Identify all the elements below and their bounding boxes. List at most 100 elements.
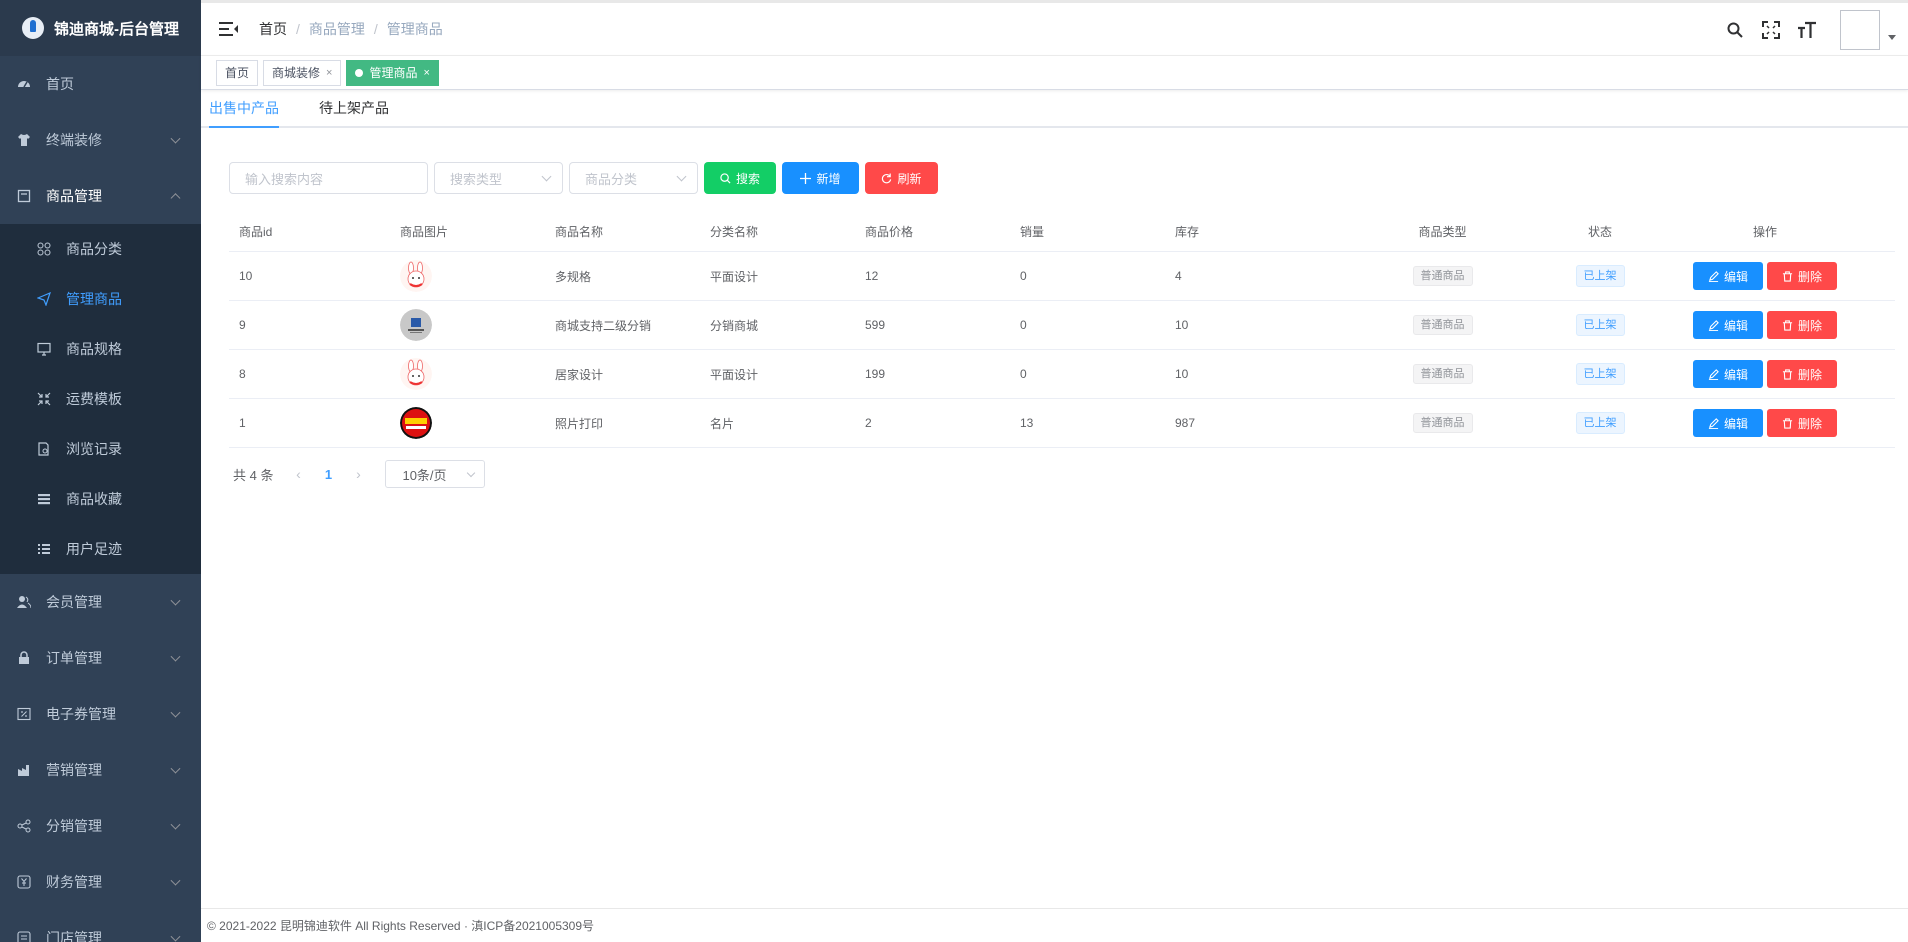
product-image[interactable] xyxy=(400,358,432,390)
product-image[interactable] xyxy=(400,407,432,439)
cell-status: 已上架 xyxy=(1565,412,1635,434)
tab-on-sale[interactable]: 出售中产品 xyxy=(209,90,279,128)
sidebar-item-label: 管理商品 xyxy=(66,291,122,307)
column-header: 商品id xyxy=(239,225,273,239)
sidebar-item-manage-goods[interactable]: 管理商品 xyxy=(0,274,201,324)
sidebar-item-distribution[interactable]: 分销管理 xyxy=(0,798,201,854)
brand-title: 锦迪商城-后台管理 xyxy=(54,20,179,38)
sidebar-item-label: 商品收藏 xyxy=(66,491,122,507)
search-input[interactable]: 输入搜索内容 xyxy=(229,162,428,194)
refresh-icon xyxy=(882,172,892,183)
delete-button[interactable]: 删除 xyxy=(1767,311,1838,339)
close-icon[interactable]: × xyxy=(326,61,332,85)
category-select[interactable]: 商品分类 xyxy=(569,162,698,194)
column-header: 商品图片 xyxy=(400,225,449,239)
sidebar-item-goods-category[interactable]: 商品分类 xyxy=(0,224,201,274)
sidebar-item-stores[interactable]: 门店管理 xyxy=(0,910,201,942)
sidebar-item-goods[interactable]: 商品管理 xyxy=(0,168,201,224)
tag-label: 首页 xyxy=(225,65,250,80)
avatar[interactable] xyxy=(1840,9,1880,50)
close-icon[interactable]: × xyxy=(423,61,429,85)
table-row: 10 多规格 平面设计 12 0 4 普通商品 已上架 编辑 删除 xyxy=(229,252,1895,301)
chevron-right-icon[interactable]: › xyxy=(343,466,373,482)
tag-manage-goods[interactable]: 管理商品 × xyxy=(346,59,439,86)
product-image[interactable] xyxy=(400,260,432,292)
status-badge: 已上架 xyxy=(1575,412,1625,434)
trash-icon xyxy=(1782,417,1793,429)
breadcrumb-home[interactable]: 首页 xyxy=(259,19,287,39)
sidebar-item-coupons[interactable]: 电子券管理 xyxy=(0,686,201,742)
sidebar-item-home[interactable]: 首页 xyxy=(0,56,201,112)
goods-table: 商品id 商品图片 商品名称 分类名称 商品价格 销量 库存 商品类型 状态 操… xyxy=(229,212,1895,448)
tag-home[interactable]: 首页 xyxy=(216,59,259,86)
sidebar-item-orders[interactable]: 订单管理 xyxy=(0,630,201,686)
chevron-left-icon[interactable]: ‹ xyxy=(283,466,313,482)
cell-sales: 0 xyxy=(1020,269,1027,283)
money-icon xyxy=(16,874,32,890)
trash-icon xyxy=(1782,368,1793,380)
search-type-select[interactable]: 搜索类型 xyxy=(434,162,563,194)
page-number[interactable]: 1 xyxy=(313,467,343,482)
edit-button[interactable]: 编辑 xyxy=(1692,409,1763,437)
sidebar-item-marketing[interactable]: 营销管理 xyxy=(0,742,201,798)
delete-button-label: 删除 xyxy=(1798,367,1823,382)
search-icon[interactable] xyxy=(1724,19,1746,41)
sidebar-item-goods-spec[interactable]: 商品规格 xyxy=(0,324,201,374)
list-icon xyxy=(36,541,52,557)
breadcrumb: 首页 / 商品管理 / 管理商品 xyxy=(259,19,443,39)
chevron-down-icon xyxy=(676,171,687,182)
delete-button[interactable]: 删除 xyxy=(1767,262,1838,290)
sidebar-item-members[interactable]: 会员管理 xyxy=(0,574,201,630)
caret-down-icon[interactable] xyxy=(1888,35,1896,40)
edit-button[interactable]: 编辑 xyxy=(1692,360,1763,388)
grid-icon xyxy=(36,241,52,257)
cell-sales: 0 xyxy=(1020,367,1027,381)
footer-copyright: © 2021-2022 昆明锦迪软件 All Rights Reserved ·… xyxy=(207,919,595,933)
add-button[interactable]: 新增 xyxy=(782,162,859,194)
page-size-select[interactable]: 10条/页 xyxy=(385,460,486,488)
chevron-down-icon xyxy=(170,819,181,830)
type-tag: 普通商品 xyxy=(1412,364,1473,384)
edit-button-label: 编辑 xyxy=(1723,269,1748,284)
cell-type: 普通商品 xyxy=(1320,413,1565,433)
cell-stock: 4 xyxy=(1175,269,1182,283)
product-image[interactable] xyxy=(400,309,432,341)
breadcrumb-goods[interactable]: 商品管理 xyxy=(309,19,365,39)
edit-button[interactable]: 编辑 xyxy=(1692,262,1763,290)
sidebar-item-browse-history[interactable]: 浏览记录 xyxy=(0,424,201,474)
brand-logo[interactable]: 锦迪商城-后台管理 xyxy=(0,0,201,56)
edit-icon xyxy=(1708,270,1719,282)
menu-toggle-icon[interactable] xyxy=(219,22,238,36)
tag-label: 商城装修 xyxy=(272,65,321,80)
cell-price: 599 xyxy=(865,318,886,332)
pagination-total: 共 4 条 xyxy=(233,467,274,483)
column-header: 商品类型 xyxy=(1418,225,1467,239)
sidebar-item-user-footprint[interactable]: 用户足迹 xyxy=(0,524,201,574)
fullscreen-icon[interactable] xyxy=(1760,19,1782,41)
delete-button[interactable]: 删除 xyxy=(1767,360,1838,388)
sidebar-item-label: 会员管理 xyxy=(46,594,102,610)
tag-mall-decoration[interactable]: 商城装修 × xyxy=(263,59,342,86)
sidebar-item-goods-favorites[interactable]: 商品收藏 xyxy=(0,474,201,524)
brand-logo-icon xyxy=(22,17,44,39)
delete-button[interactable]: 删除 xyxy=(1767,409,1838,437)
lock-icon xyxy=(16,650,32,666)
edit-button[interactable]: 编辑 xyxy=(1692,311,1763,339)
sidebar-item-label: 终端装修 xyxy=(46,132,102,148)
column-header: 商品价格 xyxy=(865,225,914,239)
chevron-down-icon xyxy=(170,133,181,144)
tags-view: 首页 商城装修 × 管理商品 × xyxy=(201,56,1908,90)
goods-icon xyxy=(16,188,32,204)
font-size-icon[interactable] xyxy=(1796,19,1818,41)
refresh-button[interactable]: 刷新 xyxy=(865,162,938,194)
sidebar-item-shipping-template[interactable]: 运费模板 xyxy=(0,374,201,424)
search-button[interactable]: 搜索 xyxy=(704,162,776,194)
column-header: 库存 xyxy=(1175,225,1200,239)
chevron-down-icon xyxy=(170,651,181,662)
type-tag: 普通商品 xyxy=(1412,315,1473,335)
edit-button-label: 编辑 xyxy=(1723,318,1748,333)
search-icon xyxy=(720,172,731,184)
tab-pending[interactable]: 待上架产品 xyxy=(319,90,389,126)
sidebar-item-finance[interactable]: 财务管理 xyxy=(0,854,201,910)
sidebar-item-decoration[interactable]: 终端装修 xyxy=(0,112,201,168)
